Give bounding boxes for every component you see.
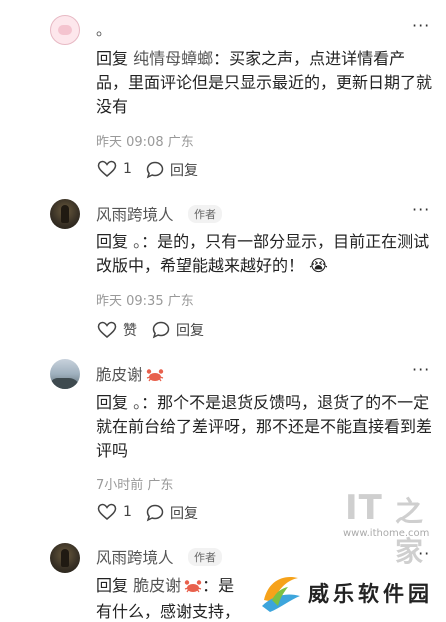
avatar[interactable]	[50, 359, 80, 389]
heart-outline-icon	[97, 503, 117, 520]
avatar[interactable]	[50, 15, 80, 45]
heart-outline-icon	[97, 160, 117, 177]
timestamp: 昨天 09:35	[96, 294, 164, 309]
like-button[interactable]: 1	[97, 503, 132, 521]
reply-mention[interactable]: 。	[133, 393, 141, 412]
comment-meta: 昨天 09:08 广东	[96, 131, 194, 150]
reply-label: 回复	[170, 506, 198, 522]
ithome-logo: IT	[345, 488, 383, 528]
avatar[interactable]	[50, 543, 80, 573]
more-options-icon[interactable]: ···	[412, 200, 430, 219]
comment-body: 回复 纯情母蟑螂：买家之声，点进详情看产品，里面评论但是只显示最近的，更新日期了…	[96, 47, 436, 119]
author-badge: 作者	[188, 548, 222, 566]
commenter-name[interactable]: 脆皮谢	[96, 363, 164, 386]
site-watermark: 威乐软件园	[258, 568, 444, 616]
location: 广东	[147, 478, 174, 493]
speech-bubble-icon	[152, 321, 170, 339]
location: 广东	[167, 294, 194, 309]
more-options-icon[interactable]: ···	[412, 16, 430, 35]
timestamp: 7小时前	[96, 478, 144, 493]
crab-icon	[184, 576, 202, 600]
reply-prefix: 回复	[96, 232, 129, 251]
comment-meta: 昨天 09:35 广东	[96, 290, 194, 309]
like-button[interactable]: 1	[97, 160, 132, 178]
reply-button[interactable]: 回复	[152, 320, 204, 340]
site-logo-icon	[262, 576, 300, 612]
comment-text: ：那个不是退货反馈吗，退货了的不一定就在前台给了差评呀，那不还是不能直接看到差评…	[96, 393, 433, 460]
reply-button[interactable]: 回复	[146, 160, 198, 180]
more-options-icon[interactable]: ···	[412, 360, 430, 379]
speech-bubble-icon	[146, 161, 164, 179]
reply-prefix: 回复	[96, 576, 129, 595]
commenter-name[interactable]: 风雨跨境人	[96, 546, 174, 568]
site-name: 威乐软件园	[308, 581, 433, 606]
reply-label: 回复	[176, 323, 204, 339]
ithome-url: www.ithome.com	[343, 528, 430, 539]
reply-button[interactable]: 回复	[146, 503, 198, 523]
commenter-name[interactable]: 风雨跨境人	[96, 203, 174, 225]
like-label: 赞	[123, 323, 137, 339]
reply-prefix: 回复	[96, 393, 129, 412]
comment-text: ：是的，只有一部分显示，目前正在测试改版中，希望能越来越好的！	[96, 232, 430, 275]
comment-body: 回复 脆皮谢 ：是 有什么，感谢支持，	[96, 574, 256, 622]
reply-mention[interactable]: 纯情母蟑螂	[133, 49, 213, 68]
comment-text: ：是	[202, 576, 235, 595]
like-count: 1	[123, 504, 132, 520]
timestamp: 昨天 09:08	[96, 135, 164, 150]
like-button[interactable]: 赞	[97, 320, 137, 340]
reply-label: 回复	[170, 163, 198, 179]
commenter-name[interactable]: 。	[96, 18, 112, 40]
heart-outline-icon	[97, 321, 117, 338]
ithome-watermark: IT 之家 www.ithome.com	[343, 488, 441, 568]
like-count: 1	[123, 161, 132, 177]
comment-body: 回复 。：是的，只有一部分显示，目前正在测试改版中，希望能越来越好的！ 😭	[96, 230, 436, 278]
reply-mention[interactable]: 。	[133, 232, 141, 251]
avatar[interactable]	[50, 199, 80, 229]
crab-icon	[146, 368, 164, 386]
author-badge: 作者	[188, 205, 222, 223]
location: 广东	[167, 135, 194, 150]
crying-emoji-icon: 😭	[309, 256, 328, 275]
comment-body: 回复 。：那个不是退货反馈吗，退货了的不一定就在前台给了差评呀，那不还是不能直接…	[96, 391, 436, 463]
speech-bubble-icon	[146, 504, 164, 522]
reply-mention[interactable]: 脆皮谢	[133, 576, 181, 595]
comment-meta: 7小时前 广东	[96, 474, 173, 493]
reply-prefix: 回复	[96, 49, 129, 68]
